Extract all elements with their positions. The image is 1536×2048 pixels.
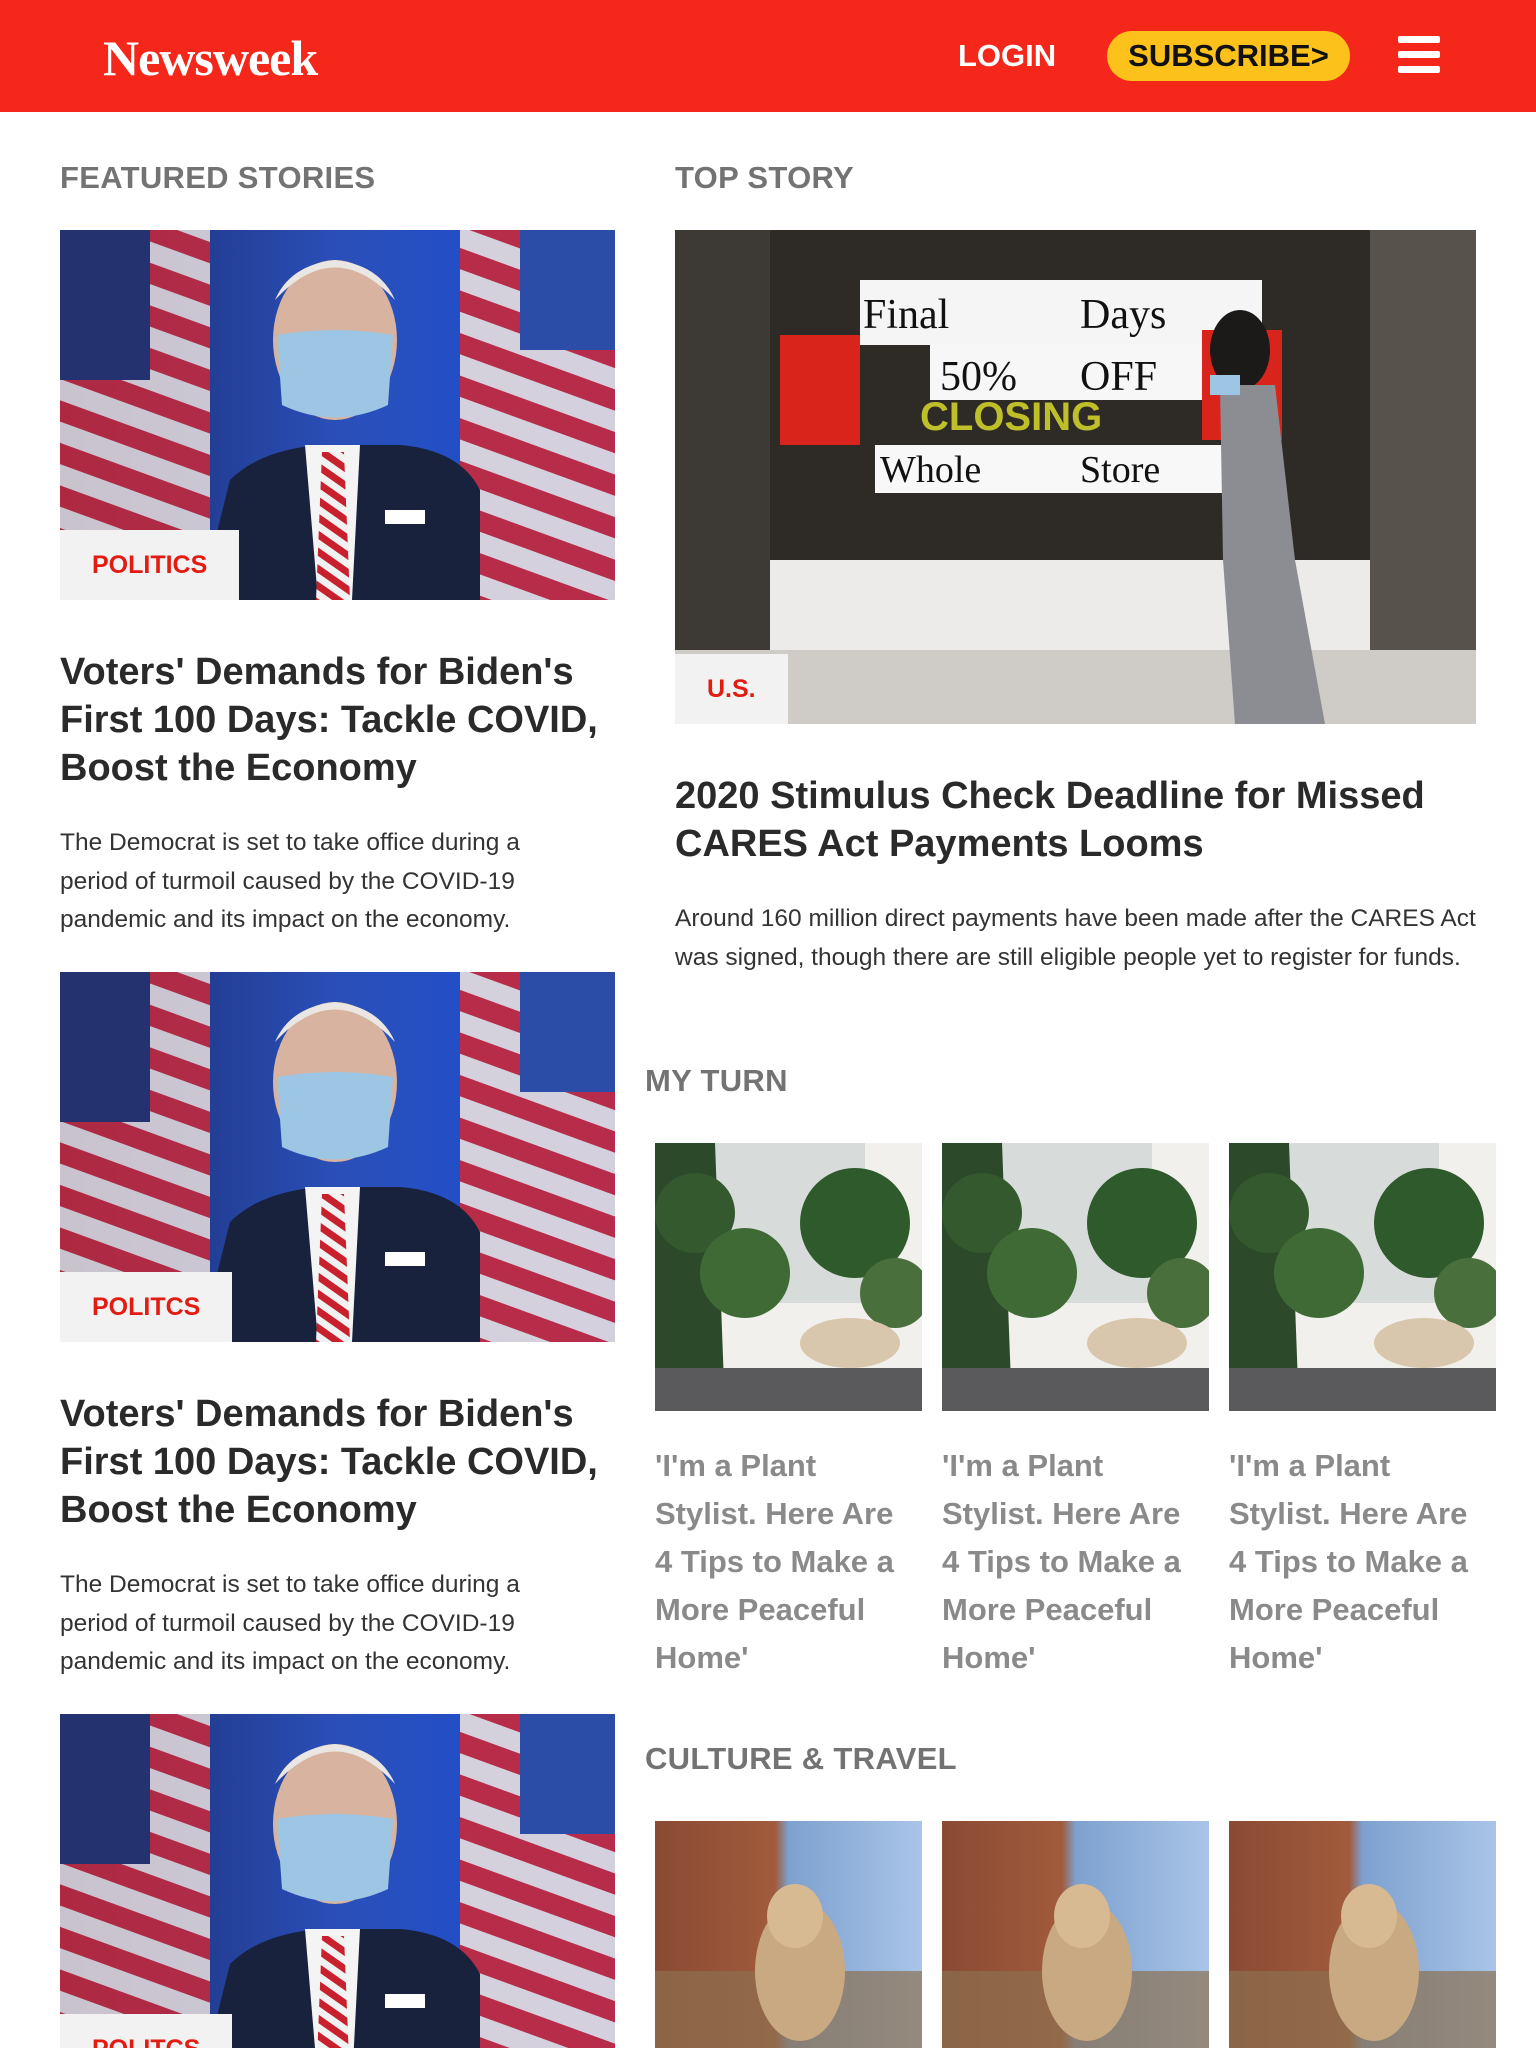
plant-room-photo bbox=[942, 1143, 1209, 1411]
culture-travel-3-image[interactable] bbox=[1229, 1821, 1496, 2048]
culture-travel-label: CULTURE & TRAVEL bbox=[645, 1741, 957, 1776]
sign-text-final: Final bbox=[863, 292, 949, 338]
featured-story-2-tag[interactable]: POLITCS bbox=[60, 1272, 233, 1342]
biden-photo bbox=[60, 1714, 615, 2048]
sign-text-off: OFF bbox=[1080, 354, 1157, 400]
lion-photo bbox=[942, 1821, 1209, 2048]
top-story-image[interactable]: Final Days 50% OFF CLOSING Whole Store U… bbox=[675, 230, 1476, 724]
login-link[interactable]: LOGIN bbox=[958, 36, 1056, 76]
site-header: Newsweek LOGIN SUBSCRIBE> bbox=[0, 0, 1536, 112]
subscribe-button[interactable]: SUBSCRIBE> bbox=[1107, 31, 1350, 81]
featured-story-3-image[interactable]: POLITCS bbox=[60, 1714, 615, 2048]
featured-story-1-tag[interactable]: POLITICS bbox=[60, 530, 240, 600]
store-closing-photo: Final Days 50% OFF CLOSING Whole Store bbox=[675, 230, 1476, 724]
featured-story-2-summary: The Democrat is set to take office durin… bbox=[60, 1571, 520, 1675]
top-story-headline[interactable]: 2020 Stimulus Check Deadline for Missed … bbox=[675, 772, 1476, 868]
culture-travel-2-image[interactable] bbox=[942, 1821, 1209, 2048]
sign-text-percent: 50% bbox=[940, 354, 1017, 400]
top-story-summary: Around 160 million direct payments have … bbox=[675, 905, 1476, 971]
featured-story-2-image[interactable]: POLITCS bbox=[60, 972, 615, 1342]
featured-story-1-image[interactable]: POLITICS bbox=[60, 230, 615, 600]
menu-icon[interactable] bbox=[1398, 36, 1440, 74]
newsweek-logo[interactable]: Newsweek bbox=[103, 30, 318, 86]
my-turn-1-title[interactable]: 'I'm a Plant Stylist. Here Are 4 Tips to… bbox=[655, 1442, 910, 1682]
my-turn-2-image[interactable] bbox=[942, 1143, 1209, 1411]
lion-photo bbox=[1229, 1821, 1496, 2048]
sign-text-whole: Whole bbox=[880, 449, 981, 491]
my-turn-label: MY TURN bbox=[645, 1063, 788, 1098]
my-turn-3-title[interactable]: 'I'm a Plant Stylist. Here Are 4 Tips to… bbox=[1229, 1442, 1484, 1682]
plant-room-photo bbox=[655, 1143, 922, 1411]
featured-story-3-tag[interactable]: POLITCS bbox=[60, 2014, 233, 2048]
my-turn-1-image[interactable] bbox=[655, 1143, 922, 1411]
featured-story-1-summary: The Democrat is set to take office durin… bbox=[60, 829, 520, 933]
top-story-label: TOP STORY bbox=[675, 160, 854, 195]
featured-story-1-headline[interactable]: Voters' Demands for Biden's First 100 Da… bbox=[60, 648, 620, 792]
my-turn-3-image[interactable] bbox=[1229, 1143, 1496, 1411]
top-story-tag[interactable]: U.S. bbox=[675, 654, 788, 724]
featured-stories-label: FEATURED STORIES bbox=[60, 160, 376, 195]
sign-text-days: Days bbox=[1080, 292, 1166, 338]
plant-room-photo bbox=[1229, 1143, 1496, 1411]
culture-travel-1-image[interactable] bbox=[655, 1821, 922, 2048]
featured-story-2-headline[interactable]: Voters' Demands for Biden's First 100 Da… bbox=[60, 1390, 620, 1534]
my-turn-2-title[interactable]: 'I'm a Plant Stylist. Here Are 4 Tips to… bbox=[942, 1442, 1197, 1682]
lion-photo bbox=[655, 1821, 922, 2048]
sign-text-closing: CLOSING bbox=[920, 395, 1102, 439]
sign-text-store: Store bbox=[1080, 449, 1160, 491]
